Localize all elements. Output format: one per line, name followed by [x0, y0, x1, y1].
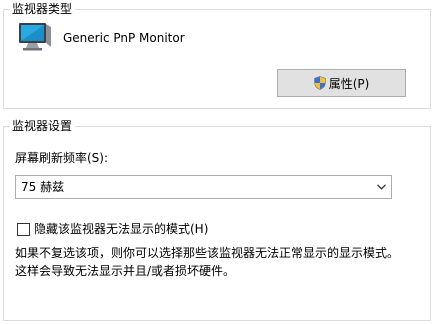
monitor-icon: [19, 23, 51, 51]
monitor-type-title: 监视器类型: [10, 2, 76, 17]
help-text-line: 如果不复选该项，则你可以选择那些该监视器无法正常显示的显示模式。: [15, 246, 400, 260]
hide-modes-label[interactable]: 隐藏该监视器无法显示的模式(H): [34, 222, 208, 237]
monitor-settings-group: 监视器设置 屏幕刷新频率(S): 75 赫兹 隐藏该监视器无法显示的模式(H) …: [3, 119, 431, 321]
refresh-rate-label: 屏幕刷新频率(S):: [15, 151, 109, 165]
hide-modes-checkbox[interactable]: [17, 223, 30, 236]
help-text: 如果不复选该项，则你可以选择那些该监视器无法正常显示的显示模式。 这样会导致无法…: [15, 244, 425, 280]
help-text-line: 这样会导致无法显示并且/或者损坏硬件。: [15, 264, 236, 278]
properties-button[interactable]: 属性(P): [277, 69, 406, 97]
monitor-settings-title: 监视器设置: [10, 119, 76, 134]
monitor-name: Generic PnP Monitor: [63, 31, 185, 45]
properties-button-label: 属性(P): [328, 76, 370, 91]
uac-shield-icon: [314, 76, 326, 90]
refresh-rate-value: 75 赫兹: [21, 180, 65, 194]
refresh-rate-select[interactable]: 75 赫兹: [15, 175, 392, 199]
chevron-down-icon: [377, 184, 386, 190]
monitor-type-group: 监视器类型 Generic PnP Monitor 属性(P): [3, 2, 431, 109]
